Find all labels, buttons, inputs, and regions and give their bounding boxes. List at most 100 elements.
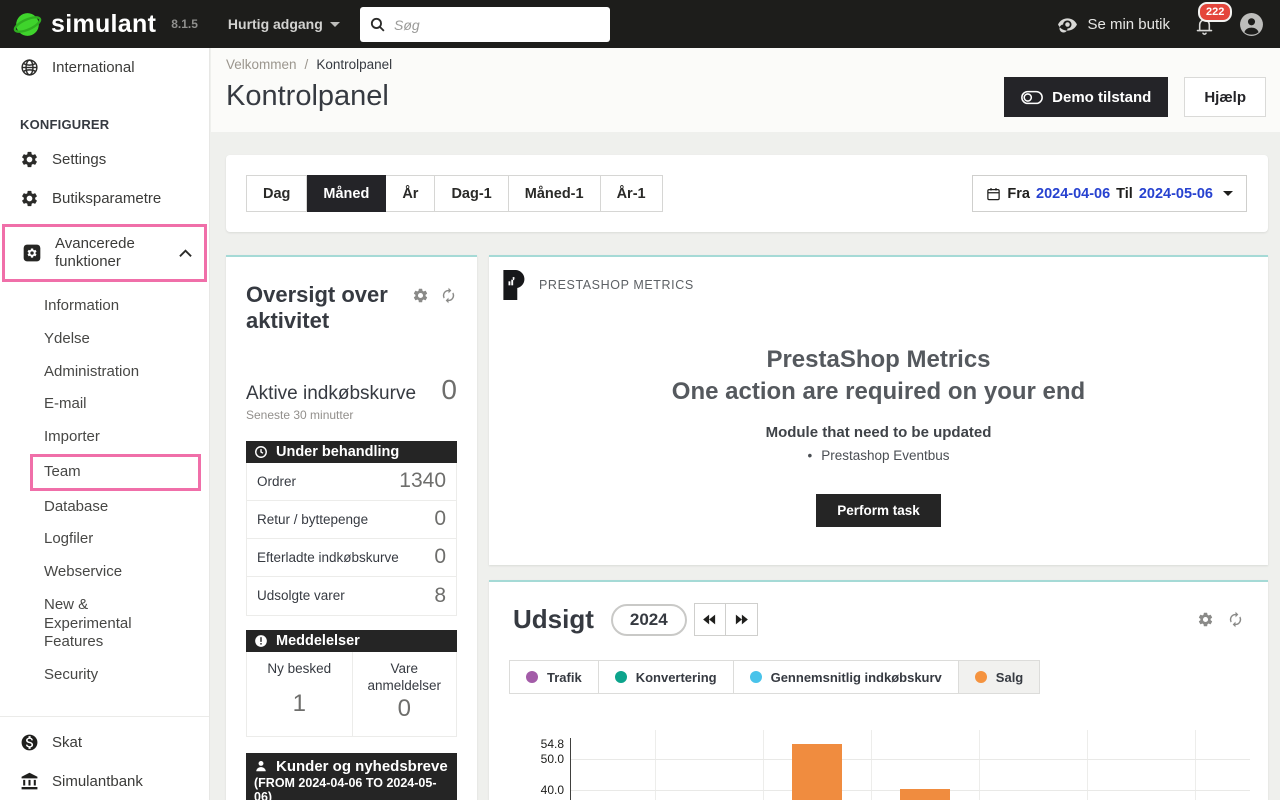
submenu-item-security[interactable]: Security — [0, 659, 209, 692]
submenu-item-email[interactable]: E-mail — [0, 388, 209, 421]
activity-panel-title: Oversigt over aktivitet — [246, 282, 408, 334]
sales-bar-chart: 54.850.040.0 — [489, 720, 1268, 800]
notif-cell-new-message[interactable]: Ny besked 1 — [247, 652, 352, 736]
view-shop-label: Se min butik — [1087, 16, 1170, 33]
metrics-heading-line1: PrestaShop Metrics — [489, 344, 1268, 376]
date-range-toolbar: Dag Måned År Dag-1 Måned-1 År-1 Fra 2024… — [226, 155, 1268, 232]
date-from-value: 2024-04-06 — [1036, 186, 1110, 202]
simulant-logo-icon — [13, 10, 42, 39]
search-input[interactable] — [394, 17, 601, 33]
advanced-features-highlight: Avancerede funktioner — [2, 224, 207, 282]
legend-dot-salg — [975, 671, 987, 683]
globe-icon — [20, 58, 39, 77]
customers-section-header: Kunder og nyhedsbreve (FROM 2024-04-06 T… — [246, 753, 457, 800]
refresh-icon[interactable] — [440, 287, 457, 334]
submenu-item-information[interactable]: Information — [0, 290, 209, 323]
stat-row-returns[interactable]: Retur / byttepenge 0 — [247, 501, 456, 539]
prestashop-metrics-panel: PRESTASHOP METRICS PrestaShop Metrics On… — [489, 255, 1268, 565]
submenu-item-logfiler[interactable]: Logfiler — [0, 523, 209, 556]
range-button-group: Dag Måned År Dag-1 Måned-1 År-1 — [246, 175, 663, 212]
sidebar-item-settings[interactable]: Settings — [0, 140, 209, 179]
sidebar-item-simulantbank[interactable]: Simulantbank — [0, 762, 209, 800]
notif-cell-product-reviews[interactable]: Vare anmeldelser 0 — [352, 652, 457, 736]
y-axis-tick-label: 40.0 — [524, 783, 564, 797]
account-menu-button[interactable] — [1239, 12, 1264, 37]
range-button-year[interactable]: År — [386, 175, 435, 212]
advanced-features-submenu: Information Ydelse Administration E-mail… — [0, 282, 209, 704]
submenu-item-database[interactable]: Database — [0, 491, 209, 524]
chart-bar-salg — [792, 744, 842, 800]
next-year-button[interactable] — [726, 603, 758, 636]
chart-bar-salg — [900, 789, 950, 800]
breadcrumb-parent[interactable]: Velkommen — [226, 57, 297, 72]
help-button[interactable]: Hjælp — [1184, 77, 1266, 117]
year-badge[interactable]: 2024 — [611, 604, 687, 636]
submenu-item-webservice[interactable]: Webservice — [0, 556, 209, 589]
date-to-value: 2024-05-06 — [1139, 186, 1213, 202]
date-from-label: Fra — [1007, 186, 1030, 202]
activity-overview-panel: Oversigt over aktivitet Aktive indkøbsku… — [226, 255, 477, 800]
quick-access-menu[interactable]: Hurtig adgang — [228, 16, 340, 32]
legend-tab-gennemsnitlig-indkobskurv[interactable]: Gennemsnitlig indkøbskurv — [734, 660, 959, 694]
sidebar-item-international[interactable]: International — [0, 48, 209, 87]
toggle-icon — [1021, 90, 1043, 105]
metrics-heading-line2: One action are required on your end — [489, 376, 1268, 408]
topbar-right: Se min butik 222 — [1057, 0, 1280, 48]
gear-icon[interactable] — [1197, 611, 1214, 628]
chevron-down-icon — [330, 22, 340, 27]
forecast-title: Udsigt — [513, 604, 594, 635]
sidebar-item-label: International — [52, 59, 135, 76]
prestashop-metrics-logo-icon — [503, 270, 526, 300]
perform-task-button[interactable]: Perform task — [816, 494, 941, 527]
stat-row-out-of-stock[interactable]: Udsolgte varer 8 — [247, 577, 456, 615]
version-label: 8.1.5 — [171, 17, 198, 31]
range-button-month[interactable]: Måned — [307, 175, 386, 212]
legend-tab-trafik[interactable]: Trafik — [509, 660, 599, 694]
submenu-item-new-experimental[interactable]: New & Experimental Features — [0, 589, 185, 659]
breadcrumb: Velkommen / Kontrolpanel — [226, 57, 392, 72]
date-range-picker[interactable]: Fra 2024-04-06 Til 2024-05-06 — [972, 175, 1247, 212]
chevron-down-icon — [1223, 191, 1233, 196]
submenu-item-administration[interactable]: Administration — [0, 356, 209, 389]
refresh-icon[interactable] — [1227, 611, 1244, 628]
stat-row-orders[interactable]: Ordrer 1340 — [247, 463, 456, 501]
brand-name: simulant — [51, 10, 156, 39]
chart-legend: Trafik Konvertering Gennemsnitlig indkøb… — [509, 660, 1268, 694]
previous-year-button[interactable] — [694, 603, 726, 636]
range-button-day-1[interactable]: Dag-1 — [435, 175, 508, 212]
legend-dot-trafik — [526, 671, 538, 683]
demo-mode-button[interactable]: Demo tilstand — [1004, 77, 1168, 117]
range-button-day[interactable]: Dag — [246, 175, 307, 212]
legend-dot-indkobskurv — [750, 671, 762, 683]
sidebar-item-shop-parameters[interactable]: Butiksparametre — [0, 179, 209, 218]
legend-tab-konvertering[interactable]: Konvertering — [599, 660, 734, 694]
sidebar-item-label: Avancerede funktioner — [55, 235, 165, 271]
range-button-year-1[interactable]: År-1 — [601, 175, 663, 212]
breadcrumb-separator: / — [305, 57, 309, 72]
notification-cells: Ny besked 1 Vare anmeldelser 0 — [246, 652, 457, 737]
sidebar-item-label: Simulantbank — [52, 773, 143, 790]
submenu-item-team[interactable]: Team — [33, 457, 198, 488]
page-title: Kontrolpanel — [226, 80, 389, 113]
search-box[interactable] — [360, 7, 610, 42]
active-carts-subnote: Seneste 30 minutter — [246, 408, 457, 422]
sidebar-item-tax[interactable]: Skat — [0, 723, 209, 762]
stat-row-abandoned-carts[interactable]: Efterladte indkøbskurve 0 — [247, 539, 456, 577]
sidebar-item-label: Butiksparametre — [52, 190, 161, 207]
submenu-item-ydelse[interactable]: Ydelse — [0, 323, 209, 356]
breadcrumb-current[interactable]: Kontrolpanel — [316, 57, 392, 72]
sidebar-item-advanced-features[interactable]: Avancerede funktioner — [5, 227, 204, 279]
legend-dot-konvertering — [615, 671, 627, 683]
view-shop-link[interactable]: Se min butik — [1057, 14, 1170, 35]
y-axis-line — [570, 738, 571, 800]
legend-tab-salg[interactable]: Salg — [959, 660, 1040, 694]
brand-logo-link[interactable]: simulant — [0, 10, 156, 39]
gridline-horizontal — [570, 759, 1250, 760]
sidebar: International KONFIGURER Settings Butiks… — [0, 48, 210, 800]
submenu-item-importer[interactable]: Importer — [0, 421, 209, 454]
range-button-month-1[interactable]: Måned-1 — [509, 175, 601, 212]
notifications-section-header: Meddelelser — [246, 630, 457, 652]
notifications-button[interactable]: 222 — [1194, 15, 1215, 37]
gear-icon[interactable] — [412, 287, 429, 334]
team-highlight: Team — [30, 454, 201, 491]
